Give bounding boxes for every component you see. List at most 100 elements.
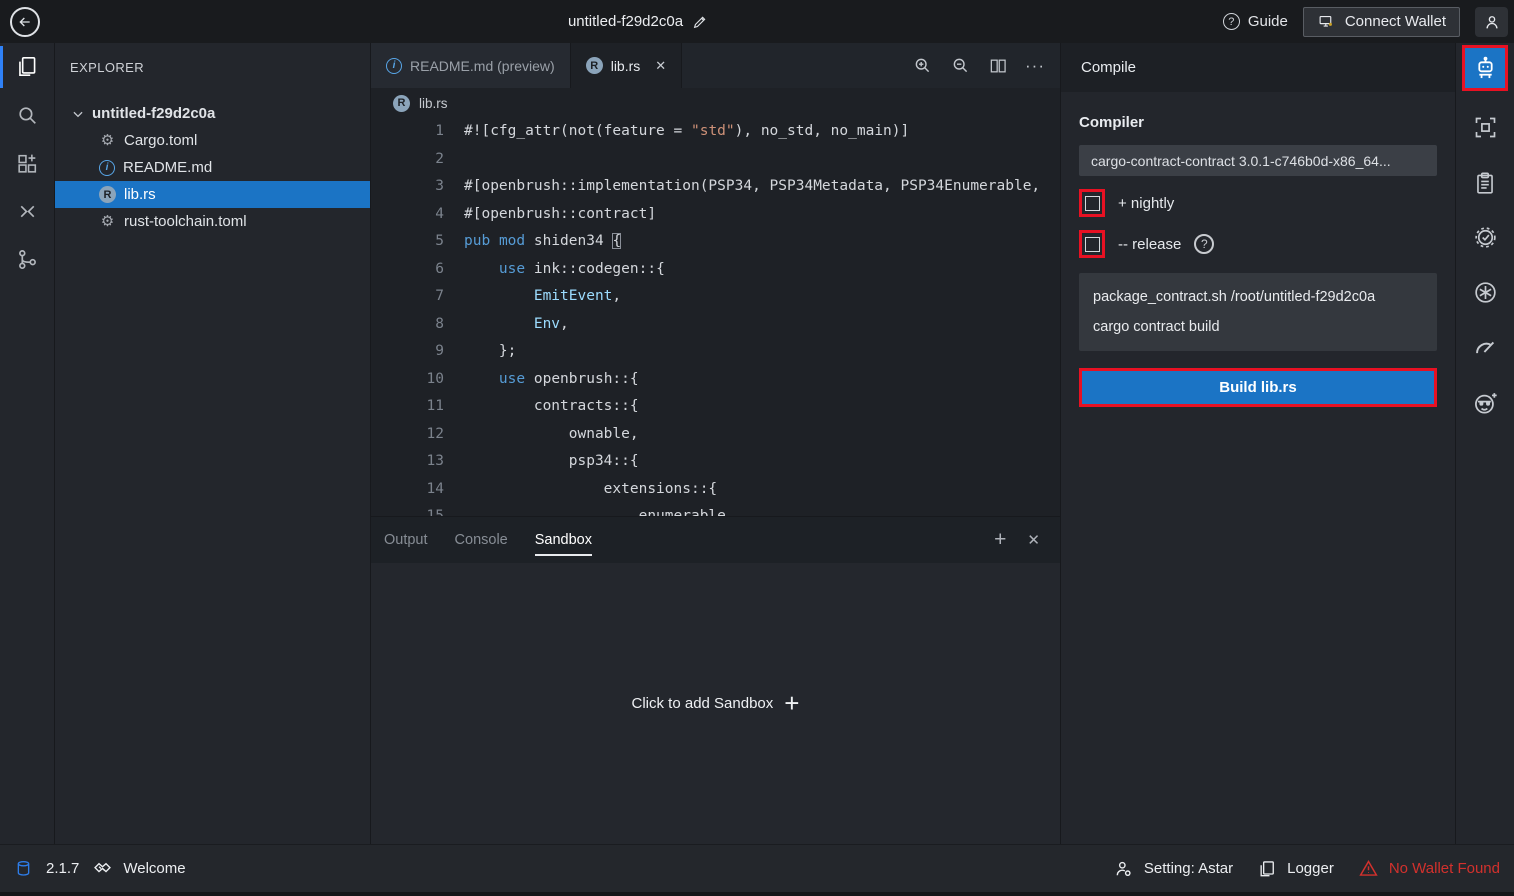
connect-wallet-label: Connect Wallet — [1345, 13, 1446, 30]
file-row-rust-toolchain.toml[interactable]: ⚙rust-toolchain.toml — [55, 208, 370, 235]
compiler-select[interactable]: cargo-contract-contract 3.0.1-c746b0d-x8… — [1079, 145, 1437, 176]
tool-item-deploy[interactable] — [1456, 100, 1514, 155]
compiler-select-value: cargo-contract-contract 3.0.1-c746b0d-x8… — [1091, 153, 1391, 169]
version-label: 2.1.7 — [46, 860, 79, 877]
release-annotation-box — [1079, 230, 1105, 258]
sidebar-item-search[interactable] — [0, 91, 55, 139]
sidebar-item-collapse[interactable] — [0, 187, 55, 235]
sidebar-item-explorer[interactable] — [0, 43, 55, 91]
close-panel-icon[interactable]: ✕ — [1027, 531, 1040, 549]
search-icon — [15, 103, 40, 128]
back-button[interactable] — [10, 7, 40, 37]
file-label: README.md — [123, 159, 212, 176]
code-line: 1#![cfg_attr(not(feature = "std"), no_st… — [371, 118, 1060, 146]
tab-label: lib.rs — [611, 58, 641, 74]
editor-tab-README.md (preview)[interactable]: iREADME.md (preview) — [371, 43, 571, 88]
nightly-checkbox[interactable] — [1085, 196, 1100, 211]
code-editor[interactable]: 1#![cfg_attr(not(feature = "std"), no_st… — [371, 118, 1060, 516]
breadcrumb[interactable]: R lib.rs — [371, 88, 1060, 118]
line-number: 5 — [371, 228, 444, 256]
editor-tab-lib.rs[interactable]: Rlib.rs✕ — [571, 43, 682, 88]
gauge-icon — [1472, 334, 1499, 361]
release-help-icon[interactable]: ? — [1194, 234, 1214, 254]
titlebar: untitled-f29d2c0a ? Guide Connect Wallet — [0, 0, 1514, 43]
tool-item-verify[interactable] — [1456, 210, 1514, 265]
line-text: pub mod shiden34 { — [444, 228, 621, 256]
code-line: 11 contracts::{ — [371, 393, 1060, 421]
zoom-in-icon[interactable] — [912, 55, 933, 76]
tool-item-report[interactable] — [1456, 155, 1514, 210]
logger-item[interactable]: Logger — [1257, 859, 1334, 879]
release-checkbox[interactable] — [1085, 237, 1100, 252]
editor-toolbar: ··· — [912, 43, 1060, 88]
tree-root-folder[interactable]: untitled-f29d2c0a — [55, 100, 370, 127]
edit-pencil-icon[interactable] — [692, 14, 708, 30]
connect-wallet-button[interactable]: Connect Wallet — [1303, 7, 1460, 37]
right-activity-bar — [1455, 43, 1514, 844]
split-editor-icon[interactable] — [988, 56, 1008, 76]
collapse-icon — [15, 199, 40, 224]
compiler-label: Compiler — [1079, 114, 1437, 131]
status-bar-left: 2.1.7 Welcome — [14, 858, 186, 879]
line-text: use openbrush::{ — [444, 366, 639, 394]
guide-button[interactable]: ? Guide — [1223, 13, 1288, 30]
wallet-monitor-icon — [1317, 13, 1336, 30]
file-row-README.md[interactable]: iREADME.md — [55, 154, 370, 181]
panel-tab-console[interactable]: Console — [455, 517, 508, 563]
code-line: 14 extensions::{ — [371, 476, 1060, 504]
nightly-annotation-box — [1079, 189, 1105, 217]
tool-item-fun-mode[interactable] — [1456, 375, 1514, 430]
account-avatar[interactable] — [1475, 7, 1508, 37]
setting-label: Setting: Astar — [1144, 860, 1233, 877]
root-folder-label: untitled-f29d2c0a — [92, 105, 215, 122]
line-number: 10 — [371, 366, 444, 394]
line-number: 2 — [371, 146, 444, 174]
file-list: ⚙Cargo.tomliREADME.mdRlib.rs⚙rust-toolch… — [55, 127, 370, 235]
line-number: 4 — [371, 201, 444, 229]
tool-item-ai-assistant[interactable] — [1456, 265, 1514, 320]
close-icon[interactable]: ✕ — [655, 58, 666, 74]
breadcrumb-label: lib.rs — [419, 96, 448, 111]
code-line: 4#[openbrush::contract] — [371, 201, 1060, 229]
welcome-item[interactable]: Welcome — [92, 858, 185, 879]
no-wallet-label: No Wallet Found — [1389, 860, 1500, 877]
nightly-label: + nightly — [1118, 195, 1174, 212]
code-line: 2 — [371, 146, 1060, 174]
line-text: enumerable, — [444, 503, 735, 516]
panel-tab-output[interactable]: Output — [384, 517, 428, 563]
build-button[interactable]: Build lib.rs — [1082, 371, 1434, 404]
line-number: 11 — [371, 393, 444, 421]
sidebar-item-source-control[interactable] — [0, 235, 55, 283]
add-panel-icon[interactable]: + — [994, 528, 1006, 552]
nightly-row: + nightly — [1079, 189, 1437, 217]
handshake-icon — [92, 858, 113, 879]
tool-item-gas-analyzer[interactable] — [1456, 320, 1514, 375]
zoom-out-icon[interactable] — [950, 55, 971, 76]
line-text: }; — [444, 338, 516, 366]
more-actions-icon[interactable]: ··· — [1025, 56, 1045, 76]
tab-bar-tabs: iREADME.md (preview)Rlib.rs✕ — [371, 43, 682, 88]
file-row-lib.rs[interactable]: Rlib.rs — [55, 181, 370, 208]
tool-item-compile[interactable] — [1462, 45, 1508, 91]
clipboard-icon — [1472, 170, 1498, 196]
editor-group: iREADME.md (preview) Rlib.rs ✕ ··· R lib.r… — [370, 43, 1060, 844]
line-number: 7 — [371, 283, 444, 311]
explorer-header: EXPLORER — [55, 43, 370, 92]
no-wallet-item[interactable]: No Wallet Found — [1358, 858, 1500, 879]
panel-tab-sandbox[interactable]: Sandbox — [535, 517, 592, 563]
sidebar-item-plugins[interactable] — [0, 139, 55, 187]
rust-icon: R — [99, 186, 116, 203]
file-tree: untitled-f29d2c0a ⚙Cargo.tomliREADME.mdR… — [55, 92, 370, 235]
release-label: -- release — [1118, 236, 1181, 253]
info-icon: i — [386, 58, 402, 74]
arrow-left-icon — [17, 14, 33, 30]
person-icon — [1483, 13, 1501, 31]
setting-item[interactable]: Setting: Astar — [1114, 859, 1233, 879]
line-text: ownable, — [444, 421, 639, 449]
rust-icon: R — [393, 95, 410, 112]
line-number: 6 — [371, 256, 444, 284]
file-row-Cargo.toml[interactable]: ⚙Cargo.toml — [55, 127, 370, 154]
line-number: 15 — [371, 503, 444, 516]
cool-face-icon — [1471, 389, 1499, 417]
sandbox-empty-area[interactable]: Click to add Sandbox + — [371, 563, 1060, 844]
